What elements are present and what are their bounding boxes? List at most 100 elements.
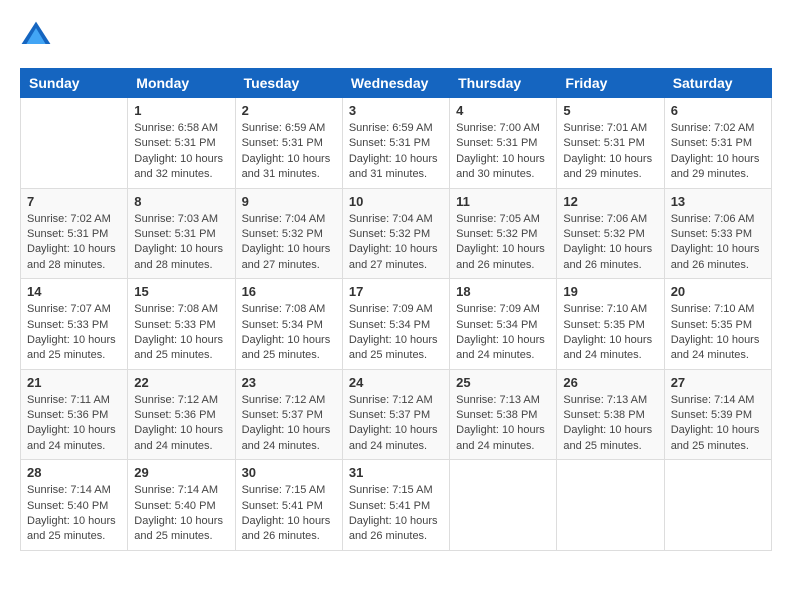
column-header-monday: Monday bbox=[128, 69, 235, 98]
calendar-cell bbox=[664, 460, 771, 551]
calendar-cell: 15 Sunrise: 7:08 AM Sunset: 5:33 PM Dayli… bbox=[128, 279, 235, 370]
calendar-cell bbox=[450, 460, 557, 551]
day-info: Sunrise: 7:04 AM Sunset: 5:32 PM Dayligh… bbox=[349, 212, 443, 274]
calendar-week-row: 28 Sunrise: 7:14 AM Sunset: 5:40 PM Dayli… bbox=[21, 460, 772, 551]
calendar-cell: 22 Sunrise: 7:12 AM Sunset: 5:36 PM Dayli… bbox=[128, 369, 235, 460]
column-header-sunday: Sunday bbox=[21, 69, 128, 98]
day-number: 26 bbox=[563, 375, 657, 390]
day-info: Sunrise: 7:10 AM Sunset: 5:35 PM Dayligh… bbox=[563, 302, 657, 364]
day-info: Sunrise: 7:12 AM Sunset: 5:36 PM Dayligh… bbox=[134, 393, 228, 455]
day-info: Sunrise: 7:12 AM Sunset: 5:37 PM Dayligh… bbox=[349, 393, 443, 455]
calendar-week-row: 14 Sunrise: 7:07 AM Sunset: 5:33 PM Dayli… bbox=[21, 279, 772, 370]
day-number: 19 bbox=[563, 284, 657, 299]
calendar-header: SundayMondayTuesdayWednesdayThursdayFrid… bbox=[21, 69, 772, 98]
calendar-cell: 12 Sunrise: 7:06 AM Sunset: 5:32 PM Dayli… bbox=[557, 188, 664, 279]
day-info: Sunrise: 7:03 AM Sunset: 5:31 PM Dayligh… bbox=[134, 212, 228, 274]
calendar-cell: 13Sunrise: 7:06 AM Sunset: 5:33 PM Dayli… bbox=[664, 188, 771, 279]
calendar-cell: 17 Sunrise: 7:09 AM Sunset: 5:34 PM Dayli… bbox=[342, 279, 449, 370]
column-header-friday: Friday bbox=[557, 69, 664, 98]
calendar-cell: 16Sunrise: 7:08 AM Sunset: 5:34 PM Dayli… bbox=[235, 279, 342, 370]
day-number: 5 bbox=[563, 103, 657, 118]
calendar-cell: 4 Sunrise: 7:00 AM Sunset: 5:31 PM Daylig… bbox=[450, 98, 557, 189]
calendar-cell: 8 Sunrise: 7:03 AM Sunset: 5:31 PM Daylig… bbox=[128, 188, 235, 279]
logo bbox=[20, 20, 56, 52]
calendar-cell: 24 Sunrise: 7:12 AM Sunset: 5:37 PM Dayli… bbox=[342, 369, 449, 460]
day-info: Sunrise: 7:00 AM Sunset: 5:31 PM Dayligh… bbox=[456, 121, 550, 183]
day-info: Sunrise: 7:13 AM Sunset: 5:38 PM Dayligh… bbox=[563, 393, 657, 455]
column-header-wednesday: Wednesday bbox=[342, 69, 449, 98]
calendar-cell: 28Sunrise: 7:14 AM Sunset: 5:40 PM Dayli… bbox=[21, 460, 128, 551]
day-info: Sunrise: 7:14 AM Sunset: 5:40 PM Dayligh… bbox=[134, 483, 228, 545]
column-header-thursday: Thursday bbox=[450, 69, 557, 98]
day-number: 8 bbox=[134, 194, 228, 209]
day-info: Sunrise: 7:06 AM Sunset: 5:32 PM Dayligh… bbox=[563, 212, 657, 274]
day-number: 15 bbox=[134, 284, 228, 299]
day-number: 24 bbox=[349, 375, 443, 390]
calendar-cell: 25 Sunrise: 7:13 AM Sunset: 5:38 PM Dayli… bbox=[450, 369, 557, 460]
calendar-cell: 14 Sunrise: 7:07 AM Sunset: 5:33 PM Dayli… bbox=[21, 279, 128, 370]
day-info: Sunrise: 7:08 AM Sunset: 5:34 PM Dayligh… bbox=[242, 302, 336, 364]
day-number: 3 bbox=[349, 103, 443, 118]
day-number: 21 bbox=[27, 375, 121, 390]
day-info: Sunrise: 7:01 AM Sunset: 5:31 PM Dayligh… bbox=[563, 121, 657, 183]
day-info: Sunrise: 7:02 AM Sunset: 5:31 PM Dayligh… bbox=[671, 121, 765, 183]
calendar-week-row: 1 Sunrise: 6:58 AM Sunset: 5:31 PM Daylig… bbox=[21, 98, 772, 189]
day-info: Sunrise: 7:08 AM Sunset: 5:33 PM Dayligh… bbox=[134, 302, 228, 364]
day-info: Sunrise: 7:04 AM Sunset: 5:32 PM Dayligh… bbox=[242, 212, 336, 274]
calendar-cell: 30 Sunrise: 7:15 AM Sunset: 5:41 PM Dayli… bbox=[235, 460, 342, 551]
calendar-cell: 2 Sunrise: 6:59 AM Sunset: 5:31 PM Daylig… bbox=[235, 98, 342, 189]
day-info: Sunrise: 7:11 AM Sunset: 5:36 PM Dayligh… bbox=[27, 393, 121, 455]
day-number: 9 bbox=[242, 194, 336, 209]
day-number: 6 bbox=[671, 103, 765, 118]
day-number: 1 bbox=[134, 103, 228, 118]
column-header-tuesday: Tuesday bbox=[235, 69, 342, 98]
day-number: 14 bbox=[27, 284, 121, 299]
day-number: 2 bbox=[242, 103, 336, 118]
page-header bbox=[20, 20, 772, 52]
calendar-cell: 9 Sunrise: 7:04 AM Sunset: 5:32 PM Daylig… bbox=[235, 188, 342, 279]
day-number: 30 bbox=[242, 465, 336, 480]
day-info: Sunrise: 7:13 AM Sunset: 5:38 PM Dayligh… bbox=[456, 393, 550, 455]
calendar-cell: 26 Sunrise: 7:13 AM Sunset: 5:38 PM Dayli… bbox=[557, 369, 664, 460]
day-number: 12 bbox=[563, 194, 657, 209]
day-info: Sunrise: 6:59 AM Sunset: 5:31 PM Dayligh… bbox=[242, 121, 336, 183]
day-number: 25 bbox=[456, 375, 550, 390]
calendar-cell: 18Sunrise: 7:09 AM Sunset: 5:34 PM Dayli… bbox=[450, 279, 557, 370]
day-number: 4 bbox=[456, 103, 550, 118]
day-number: 11 bbox=[456, 194, 550, 209]
day-number: 31 bbox=[349, 465, 443, 480]
day-info: Sunrise: 6:59 AM Sunset: 5:31 PM Dayligh… bbox=[349, 121, 443, 183]
day-number: 20 bbox=[671, 284, 765, 299]
calendar-cell: 3 Sunrise: 6:59 AM Sunset: 5:31 PM Daylig… bbox=[342, 98, 449, 189]
day-info: Sunrise: 6:58 AM Sunset: 5:31 PM Dayligh… bbox=[134, 121, 228, 183]
day-number: 23 bbox=[242, 375, 336, 390]
calendar-cell: 27Sunrise: 7:14 AM Sunset: 5:39 PM Dayli… bbox=[664, 369, 771, 460]
calendar-cell: 21 Sunrise: 7:11 AM Sunset: 5:36 PM Dayli… bbox=[21, 369, 128, 460]
calendar-cell: 29 Sunrise: 7:14 AM Sunset: 5:40 PM Dayli… bbox=[128, 460, 235, 551]
calendar-cell: 31 Sunrise: 7:15 AM Sunset: 5:41 PM Dayli… bbox=[342, 460, 449, 551]
calendar-cell: 7 Sunrise: 7:02 AM Sunset: 5:31 PM Daylig… bbox=[21, 188, 128, 279]
day-info: Sunrise: 7:10 AM Sunset: 5:35 PM Dayligh… bbox=[671, 302, 765, 364]
day-info: Sunrise: 7:07 AM Sunset: 5:33 PM Dayligh… bbox=[27, 302, 121, 364]
calendar-table: SundayMondayTuesdayWednesdayThursdayFrid… bbox=[20, 68, 772, 551]
day-number: 18 bbox=[456, 284, 550, 299]
day-info: Sunrise: 7:09 AM Sunset: 5:34 PM Dayligh… bbox=[349, 302, 443, 364]
day-number: 17 bbox=[349, 284, 443, 299]
calendar-week-row: 7 Sunrise: 7:02 AM Sunset: 5:31 PM Daylig… bbox=[21, 188, 772, 279]
calendar-cell: 5 Sunrise: 7:01 AM Sunset: 5:31 PM Daylig… bbox=[557, 98, 664, 189]
day-number: 10 bbox=[349, 194, 443, 209]
day-info: Sunrise: 7:02 AM Sunset: 5:31 PM Dayligh… bbox=[27, 212, 121, 274]
day-number: 29 bbox=[134, 465, 228, 480]
calendar-cell: 10 Sunrise: 7:04 AM Sunset: 5:32 PM Dayli… bbox=[342, 188, 449, 279]
calendar-cell: 6 Sunrise: 7:02 AM Sunset: 5:31 PM Daylig… bbox=[664, 98, 771, 189]
day-info: Sunrise: 7:15 AM Sunset: 5:41 PM Dayligh… bbox=[242, 483, 336, 545]
calendar-cell: 11Sunrise: 7:05 AM Sunset: 5:32 PM Dayli… bbox=[450, 188, 557, 279]
day-number: 28 bbox=[27, 465, 121, 480]
day-number: 7 bbox=[27, 194, 121, 209]
day-info: Sunrise: 7:15 AM Sunset: 5:41 PM Dayligh… bbox=[349, 483, 443, 545]
day-number: 27 bbox=[671, 375, 765, 390]
day-number: 22 bbox=[134, 375, 228, 390]
calendar-cell: 19 Sunrise: 7:10 AM Sunset: 5:35 PM Dayli… bbox=[557, 279, 664, 370]
calendar-cell bbox=[21, 98, 128, 189]
calendar-week-row: 21 Sunrise: 7:11 AM Sunset: 5:36 PM Dayli… bbox=[21, 369, 772, 460]
